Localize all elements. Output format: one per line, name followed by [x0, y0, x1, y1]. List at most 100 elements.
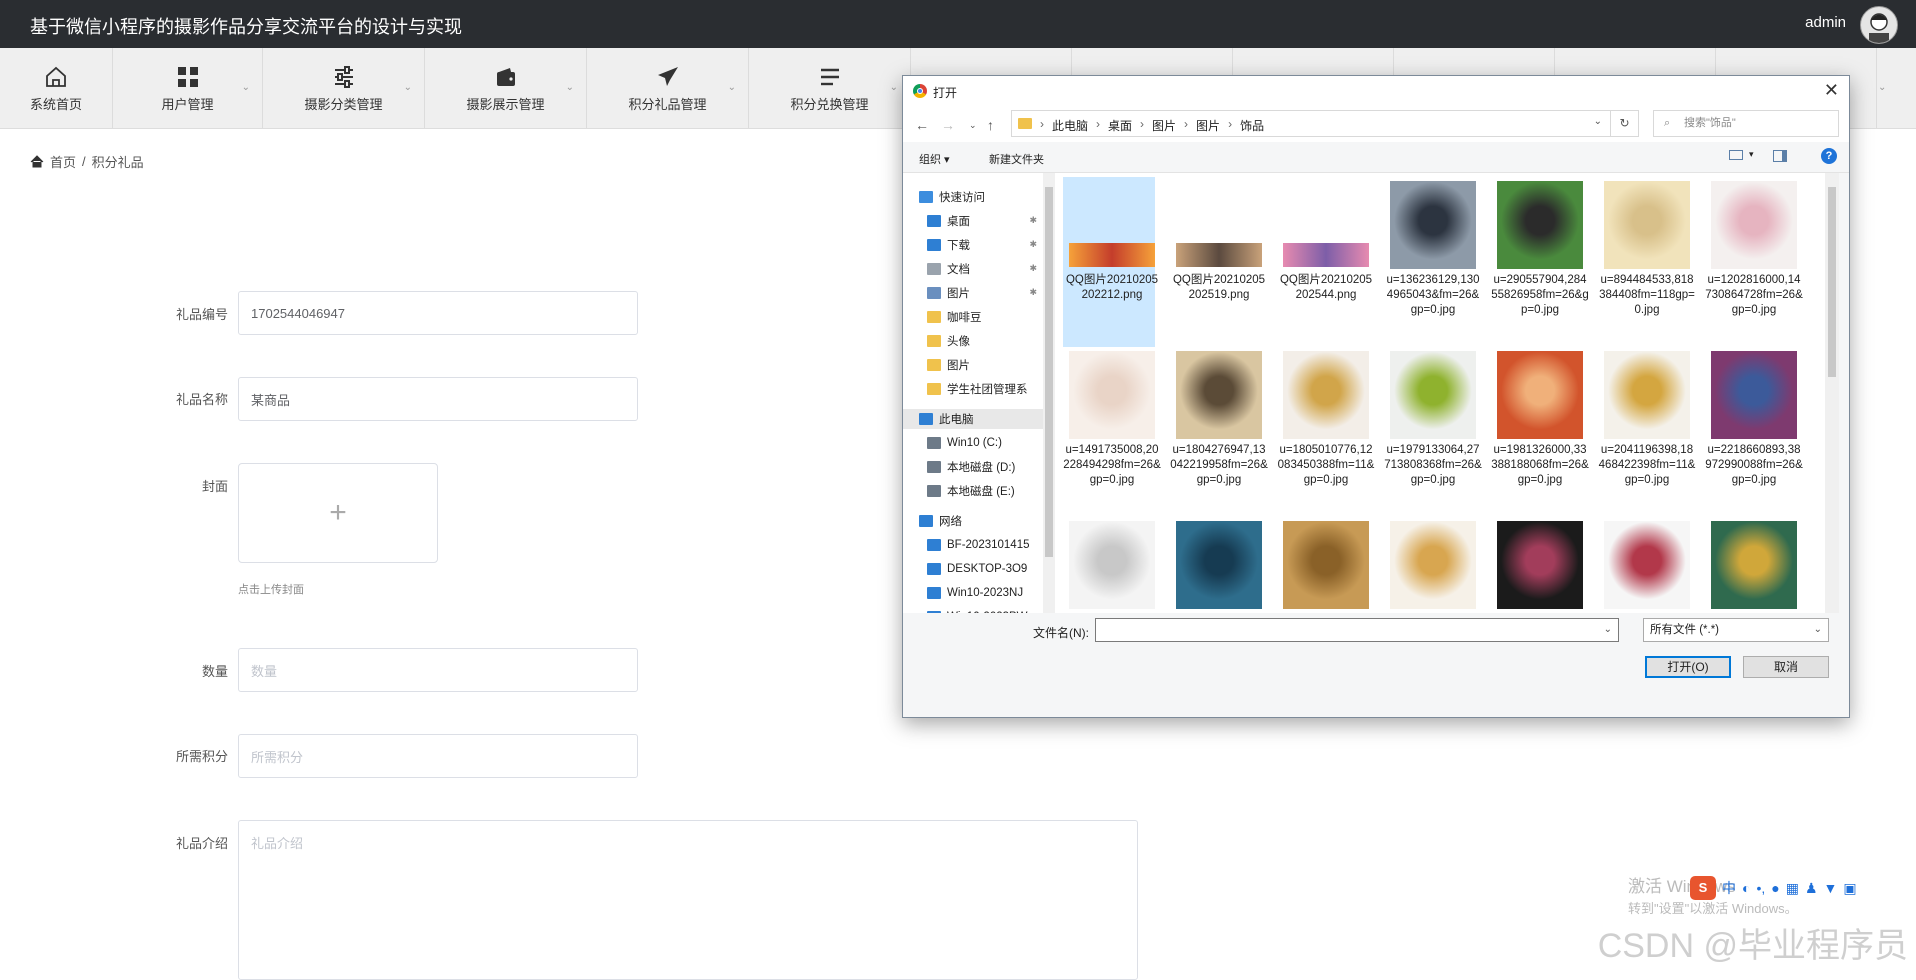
nav-category-management[interactable]: 摄影分类管理 ⌄ — [263, 48, 425, 128]
address-bar[interactable]: › 此电脑 › 桌面 › 图片 › 图片 › 饰品 ⌄ — [1011, 110, 1611, 137]
file-item[interactable]: u=1491735008,20228494298fm=26&gp=0.jpg — [1063, 347, 1161, 517]
tree-item[interactable]: 学生社团管理系 — [903, 379, 1043, 399]
file-item[interactable]: QQ图片20210205202212.png — [1063, 177, 1158, 347]
tree-scrollbar[interactable] — [1043, 173, 1055, 613]
microphone-icon[interactable]: ● — [1771, 880, 1779, 896]
ime-logo-icon[interactable]: S — [1690, 876, 1716, 900]
file-item[interactable]: u=1979133064,27713808368fm=26&gp=0.jpg — [1384, 347, 1482, 517]
recent-dropdown-icon[interactable]: ⌄ — [969, 120, 977, 131]
open-button[interactable]: 打开(O) — [1645, 656, 1731, 678]
file-item[interactable]: u=2218660893,38972990088fm=26&gp=0.jpg — [1705, 347, 1803, 517]
cancel-button[interactable]: 取消 — [1743, 656, 1829, 678]
file-item[interactable]: QQ图片20210205202544.png — [1277, 177, 1372, 347]
file-item[interactable]: u=2957195529 — [1705, 517, 1797, 613]
file-item[interactable]: u=1804276947,13042219958fm=26&gp=0.jpg — [1170, 347, 1268, 517]
tree-item[interactable]: Win10-2023PW — [903, 607, 1043, 613]
tree-item[interactable]: Win10-2023NJ — [903, 583, 1043, 603]
file-item[interactable]: u=2041196398,18468422398fm=11&gp=0.jpg — [1598, 347, 1695, 517]
quantity-input[interactable]: 数量 — [238, 648, 638, 692]
organize-menu[interactable]: 组织 ▾ — [919, 151, 950, 167]
computer-icon — [919, 413, 933, 425]
file-item[interactable]: u=1981326000,33388188068fm=26&gp=0.jpg — [1491, 347, 1589, 517]
nav-home[interactable]: 系统首页 — [0, 48, 113, 128]
file-item[interactable]: u=2383288146 — [1277, 517, 1369, 613]
search-input[interactable]: ⌕ 搜索"饰品" — [1653, 110, 1839, 137]
tree-item[interactable]: 桌面 ✱ — [903, 211, 1043, 231]
tree-item[interactable]: 头像 — [903, 331, 1043, 351]
tree-item[interactable]: 此电脑 — [903, 409, 1043, 429]
intro-textarea[interactable]: 礼品介绍 — [238, 820, 1138, 980]
chevron-down-icon[interactable]: ⌄ — [1604, 624, 1612, 635]
punctuation-icon[interactable]: •, — [1756, 880, 1765, 896]
file-item[interactable]: u=2761204059 — [1598, 517, 1690, 613]
tree-item[interactable]: 本地磁盘 (E:) — [903, 481, 1043, 501]
file-item[interactable]: u=136236129,1304965043&fm=26&gp=0.jpg — [1384, 177, 1480, 347]
user-icon[interactable]: ♟ — [1805, 880, 1818, 897]
tree-item[interactable]: 图片 — [903, 355, 1043, 375]
tree-item[interactable]: 文档 ✱ — [903, 259, 1043, 279]
refresh-icon[interactable]: ↻ — [1611, 110, 1639, 137]
cover-upload[interactable]: + — [238, 463, 438, 563]
tree-item[interactable]: DESKTOP-3O9 — [903, 559, 1043, 579]
scroll-thumb[interactable] — [1828, 187, 1836, 377]
path-segment[interactable]: 饰品 — [1240, 117, 1264, 134]
tree-item[interactable]: 咖啡豆 — [903, 307, 1043, 327]
filetype-select[interactable]: 所有文件 (*.*) ⌄ — [1643, 618, 1829, 642]
file-scrollbar[interactable] — [1825, 173, 1839, 613]
tree-item[interactable]: 图片 ✱ — [903, 283, 1043, 303]
file-name: QQ图片20210205202519.png — [1172, 274, 1266, 301]
path-segment[interactable]: 图片 — [1196, 117, 1220, 134]
close-icon[interactable]: ✕ — [1824, 80, 1839, 101]
username[interactable]: admin — [1805, 14, 1846, 31]
file-name: u=1804276947,13042219958fm=26&gp=0.jpg — [1170, 444, 1268, 486]
nav-exchange-management[interactable]: 积分兑换管理 ⌄ — [749, 48, 911, 128]
chevron-down-icon[interactable]: ▾ — [1749, 149, 1754, 160]
tree-item[interactable]: 网络 — [903, 511, 1043, 531]
breadcrumb: 首页 / 积分礼品 — [30, 152, 144, 171]
file-item[interactable]: u=290557904,28455826958fm=26&gp=0.jpg — [1491, 177, 1589, 347]
forward-icon[interactable]: → — [941, 117, 955, 133]
gift-code-input[interactable]: 1702544046947 — [238, 291, 638, 335]
gift-name-input[interactable]: 某商品 — [238, 377, 638, 421]
file-item[interactable]: u=1202816000,14730864728fm=26&gp=0.jpg — [1705, 177, 1803, 347]
preview-pane-icon[interactable] — [1773, 150, 1787, 162]
dialog-titlebar[interactable]: 打开 ✕ — [903, 76, 1849, 106]
path-segment[interactable]: 图片 — [1152, 117, 1176, 134]
avatar[interactable] — [1860, 6, 1898, 44]
apps-icon[interactable]: ▣ — [1843, 880, 1856, 897]
file-item[interactable]: u=2717763009 — [1491, 517, 1583, 613]
nav-gift-management[interactable]: 积分礼品管理 ⌄ — [587, 48, 749, 128]
plus-icon: + — [329, 496, 347, 529]
new-folder-button[interactable]: 新建文件夹 — [989, 151, 1044, 167]
file-item[interactable]: u=2438878802 — [1384, 517, 1476, 613]
nav-user-management[interactable]: 用户管理 ⌄ — [113, 48, 263, 128]
tree-item[interactable]: Win10 (C:) — [903, 433, 1043, 453]
up-icon[interactable]: ↑ — [987, 117, 994, 133]
ime-mode[interactable]: 中 — [1722, 878, 1736, 898]
filename-input[interactable]: ⌄ — [1095, 618, 1619, 642]
file-item[interactable]: u=2221767874 — [1063, 517, 1155, 613]
file-item[interactable]: u=894484533,818384408fm=118gp=0.jpg — [1598, 177, 1695, 347]
breadcrumb-home[interactable]: 首页 — [50, 152, 76, 171]
file-item[interactable]: u=2228825061 — [1170, 517, 1262, 613]
back-icon[interactable]: ← — [915, 117, 929, 133]
scroll-thumb[interactable] — [1045, 187, 1053, 557]
chevron-down-icon[interactable]: ⌄ — [1594, 116, 1602, 127]
moon-icon[interactable]: ◐ — [1742, 880, 1750, 896]
file-item[interactable]: QQ图片20210205202519.png — [1170, 177, 1265, 347]
help-icon[interactable]: ? — [1821, 148, 1837, 164]
tree-item[interactable]: 快速访问 — [903, 187, 1043, 207]
path-segment[interactable]: 桌面 — [1108, 117, 1132, 134]
tree-item[interactable]: 下载 ✱ — [903, 235, 1043, 255]
shirt-icon[interactable]: ▼ — [1824, 880, 1838, 896]
view-mode-icon[interactable] — [1729, 150, 1743, 160]
chevron-down-icon: ⌄ — [565, 82, 574, 93]
path-segment[interactable]: 此电脑 — [1052, 117, 1088, 134]
points-input[interactable]: 所需积分 — [238, 734, 638, 778]
keyboard-icon[interactable]: ▦ — [1786, 880, 1799, 897]
nav-showcase-management[interactable]: 摄影展示管理 ⌄ — [425, 48, 587, 128]
tree-item[interactable]: 本地磁盘 (D:) — [903, 457, 1043, 477]
file-item[interactable]: u=1805010776,12083450388fm=11&gp=0.jpg — [1277, 347, 1374, 517]
file-thumbnail — [1711, 521, 1797, 609]
tree-item[interactable]: BF-2023101415 — [903, 535, 1043, 555]
